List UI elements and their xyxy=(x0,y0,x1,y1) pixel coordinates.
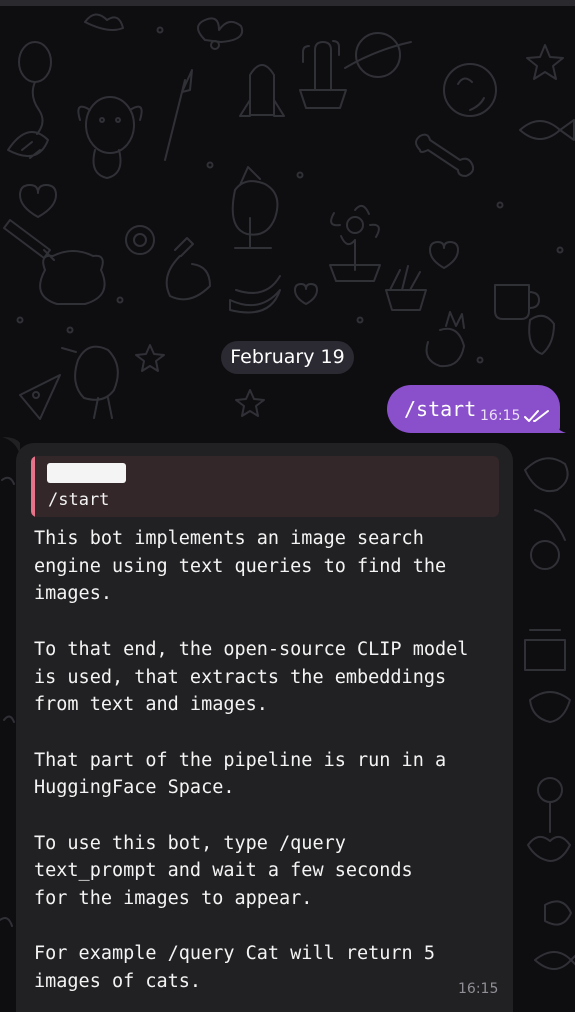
outgoing-bubble-tail xyxy=(552,419,566,433)
message-line: HuggingFace Space. xyxy=(34,777,235,799)
incoming-message[interactable]: /start This bot implements an image sear… xyxy=(16,443,513,1012)
message-line: engine using text queries to find the xyxy=(34,555,447,577)
message-paragraph: To use this bot, type /query text_prompt… xyxy=(34,830,504,913)
message-line: To use this bot, type /query xyxy=(34,832,346,854)
message-line: images of cats. xyxy=(34,971,202,993)
outgoing-message-time: 16:15 xyxy=(480,408,521,424)
message-paragraph: That part of the pipeline is run in a Hu… xyxy=(34,747,504,802)
message-paragraph: For example /query Cat will return 5 ima… xyxy=(34,940,504,995)
message-line: for the images to appear. xyxy=(34,888,313,910)
incoming-message-time: 16:15 xyxy=(458,981,499,997)
message-line: is used, that extracts the embeddings xyxy=(34,666,447,688)
message-line: This bot implements an image search xyxy=(34,528,424,549)
message-line: To that end, the open-source CLIP model xyxy=(34,638,469,660)
message-line: That part of the pipeline is run in a xyxy=(34,749,447,771)
reply-sender-redacted xyxy=(47,463,126,483)
message-paragraph: This bot implements an image search engi… xyxy=(34,525,504,608)
message-line: For example /query Cat will return 5 xyxy=(34,943,435,965)
reply-preview[interactable]: /start xyxy=(31,456,499,517)
chat-screen: February 19 /start 16:15 /start This bot… xyxy=(0,0,575,1012)
message-body: This bot implements an image search engi… xyxy=(34,525,504,1012)
message-line: from text and images. xyxy=(34,694,268,716)
reply-accent-bar xyxy=(31,456,35,517)
reply-quoted-text: /start xyxy=(48,490,110,510)
outgoing-message[interactable]: /start 16:15 xyxy=(387,385,560,433)
double-check-icon xyxy=(524,410,549,422)
outgoing-message-text: /start xyxy=(404,397,477,421)
message-line: text_prompt and wait a few seconds xyxy=(34,860,413,882)
message-paragraph: To that end, the open-source CLIP model … xyxy=(34,636,504,719)
date-separator: February 19 xyxy=(221,341,354,374)
message-line: images. xyxy=(34,583,112,605)
